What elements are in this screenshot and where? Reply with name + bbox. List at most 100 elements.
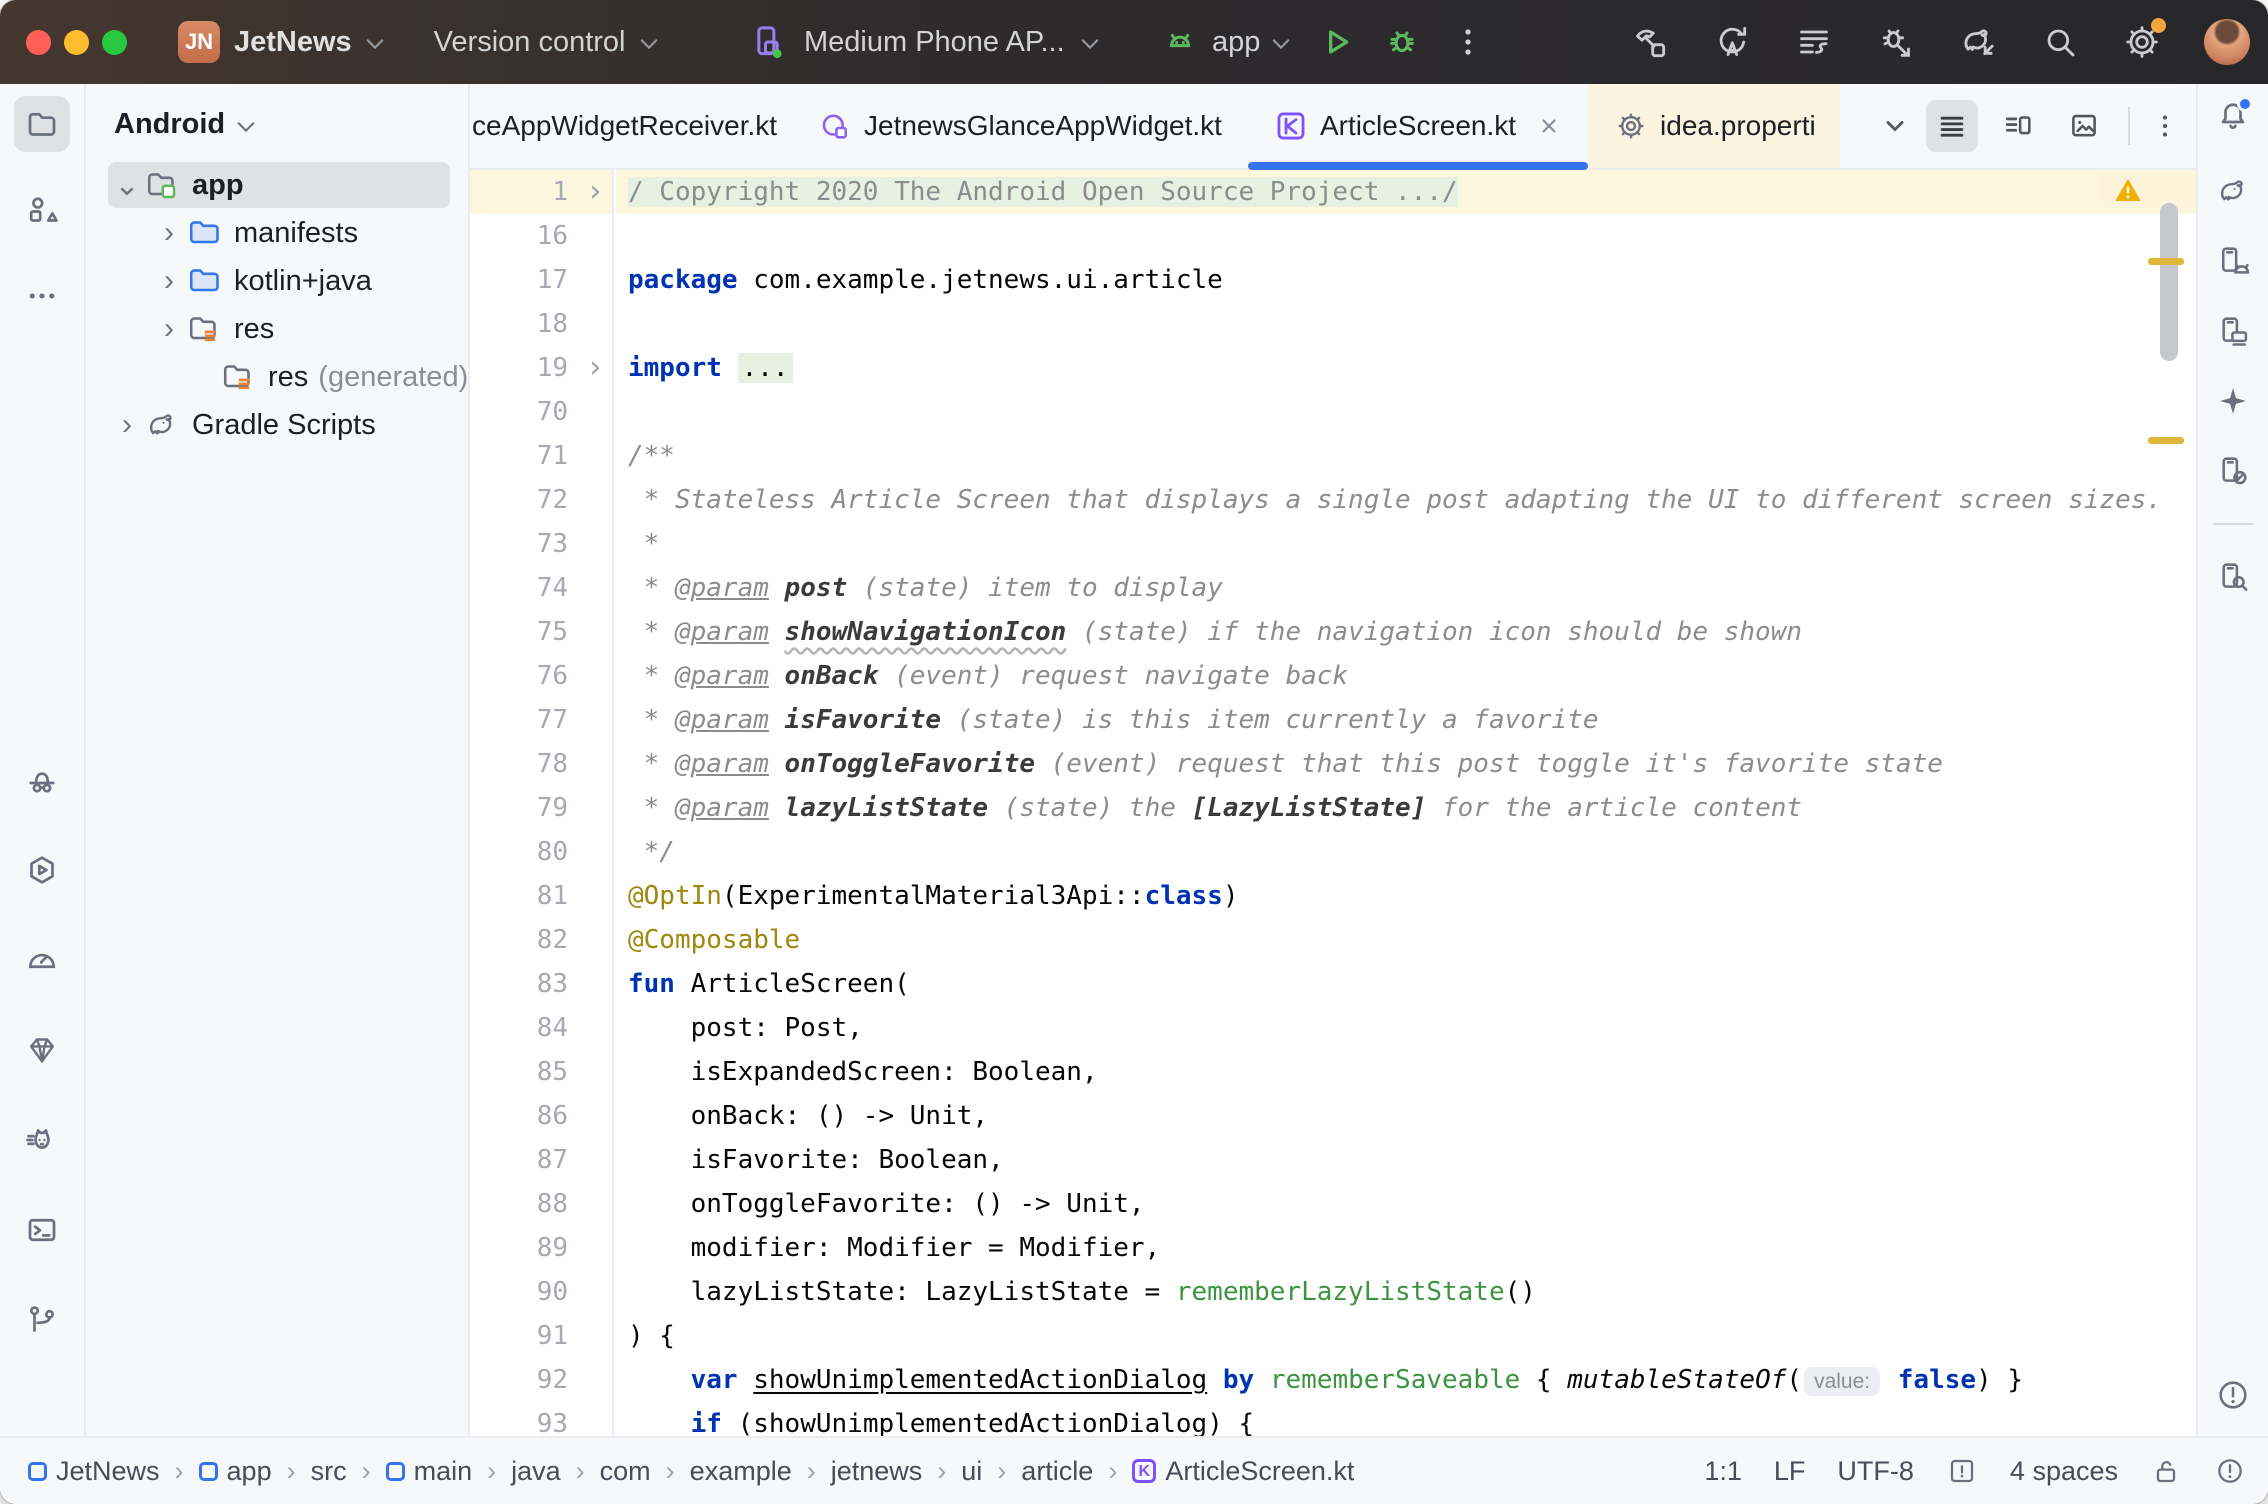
code-line-70[interactable] xyxy=(616,390,2196,434)
gradle-tool-button[interactable] xyxy=(2215,173,2251,209)
project-view-selector[interactable]: Android xyxy=(86,84,468,155)
terminal-button[interactable] xyxy=(14,1202,70,1258)
code-line-93[interactable]: if (showUnimplementedActionDialog) { xyxy=(616,1402,2196,1436)
tab-idea-properties[interactable]: idea.properti xyxy=(1588,84,1840,168)
breadcrumb-item[interactable]: src xyxy=(311,1456,347,1487)
editor-scrollbar-thumb[interactable] xyxy=(2160,203,2178,361)
running-devices-button[interactable] xyxy=(2215,313,2251,349)
gutter-line-87[interactable]: 87 xyxy=(470,1138,612,1182)
profiler-icon[interactable] xyxy=(1794,22,1834,62)
gutter-line-80[interactable]: 80 xyxy=(470,830,612,874)
gutter-line-92[interactable]: 92 xyxy=(470,1358,612,1402)
code-line-84[interactable]: post: Post, xyxy=(616,1006,2196,1050)
code-line-78[interactable]: * @param onToggleFavorite (event) reques… xyxy=(616,742,2196,786)
chevron-collapsed-icon[interactable]: › xyxy=(110,408,144,442)
tree-item-app[interactable]: ⌄ app xyxy=(86,161,468,209)
gutter-line-91[interactable]: 91 xyxy=(470,1314,612,1358)
code-editor[interactable]: 1›16171819›70717273747576777879808182838… xyxy=(470,170,2196,1436)
gutter-line-77[interactable]: 77 xyxy=(470,698,612,742)
code-line-80[interactable]: */ xyxy=(616,830,2196,874)
inspections-widget[interactable] xyxy=(2100,172,2192,208)
gutter-line-82[interactable]: 82 xyxy=(470,918,612,962)
code-line-83[interactable]: fun ArticleScreen( xyxy=(616,962,2196,1006)
services-button[interactable] xyxy=(14,842,70,898)
code-line-19[interactable]: import ... xyxy=(616,346,2196,390)
version-control-button[interactable] xyxy=(14,1292,70,1348)
editor-options-kebab-icon[interactable] xyxy=(2148,109,2182,143)
chevron-collapsed-icon[interactable]: › xyxy=(152,216,186,250)
tree-item-gradle-scripts[interactable]: › Gradle Scripts xyxy=(86,401,468,449)
app-inspection-button[interactable] xyxy=(14,752,70,808)
device-explorer-button[interactable] xyxy=(2215,559,2251,595)
breadcrumb-item[interactable]: java xyxy=(511,1456,561,1487)
code-line-91[interactable]: ) { xyxy=(616,1314,2196,1358)
more-actions-kebab-icon[interactable] xyxy=(1448,22,1488,62)
tab-glanceappwidgetreceiver[interactable]: ceAppWidgetReceiver.kt xyxy=(470,84,792,168)
chevron-expanded-icon[interactable]: ⌄ xyxy=(110,168,144,203)
gutter-line-79[interactable]: 79 xyxy=(470,786,612,830)
apply-changes-icon[interactable] xyxy=(1712,22,1752,62)
code-line-1[interactable]: / Copyright 2020 The Android Open Source… xyxy=(616,170,2196,214)
gutter-line-16[interactable]: 16 xyxy=(470,214,612,258)
code-line-81[interactable]: @OptIn(ExperimentalMaterial3Api::class) xyxy=(616,874,2196,918)
device-mirroring-button[interactable] xyxy=(2215,453,2251,489)
editor-view-mode-button[interactable] xyxy=(1926,100,1978,152)
split-editor-button[interactable] xyxy=(1992,100,2044,152)
maximize-window-button[interactable] xyxy=(102,30,127,55)
attach-debugger-icon[interactable] xyxy=(1876,22,1916,62)
gutter-line-1[interactable]: 1› xyxy=(470,170,612,214)
code-line-72[interactable]: * Stateless Article Screen that displays… xyxy=(616,478,2196,522)
user-avatar[interactable] xyxy=(2204,19,2250,65)
fold-arrow-icon[interactable]: › xyxy=(586,346,604,390)
code-line-88[interactable]: onToggleFavorite: () -> Unit, xyxy=(616,1182,2196,1226)
gutter-line-86[interactable]: 86 xyxy=(470,1094,612,1138)
gutter-line-72[interactable]: 72 xyxy=(470,478,612,522)
gutter-line-81[interactable]: 81 xyxy=(470,874,612,918)
project-name-button[interactable]: JetNews xyxy=(234,26,352,59)
gutter-line-73[interactable]: 73 xyxy=(470,522,612,566)
settings-button[interactable] xyxy=(2122,22,2162,62)
breadcrumb-item[interactable]: JetNews xyxy=(28,1456,160,1487)
gutter-line-18[interactable]: 18 xyxy=(470,302,612,346)
close-window-button[interactable] xyxy=(26,30,51,55)
gutter-line-70[interactable]: 70 xyxy=(470,390,612,434)
breadcrumb-item[interactable]: main xyxy=(386,1456,473,1487)
tree-item-kotlin-java[interactable]: › kotlin+java xyxy=(86,257,468,305)
gutter-line-93[interactable]: 93 xyxy=(470,1402,612,1436)
gutter-line-78[interactable]: 78 xyxy=(470,742,612,786)
line-separator[interactable]: LF xyxy=(1774,1456,1806,1487)
breadcrumb-item[interactable]: ui xyxy=(961,1456,982,1487)
gutter-line-71[interactable]: 71 xyxy=(470,434,612,478)
code-line-92[interactable]: var showUnimplementedActionDialog by rem… xyxy=(616,1358,2196,1402)
code-line-82[interactable]: @Composable xyxy=(616,918,2196,962)
vcs-menu-button[interactable]: Version control xyxy=(434,26,626,59)
breadcrumb-item[interactable]: app xyxy=(199,1456,272,1487)
changed-lines-marker[interactable] xyxy=(2148,437,2184,444)
gemini-sparkle-icon[interactable] xyxy=(2215,383,2251,419)
build-hammer-icon[interactable] xyxy=(1630,22,1670,62)
device-manager-button[interactable] xyxy=(2215,243,2251,279)
gutter-line-89[interactable]: 89 xyxy=(470,1226,612,1270)
indent-setting[interactable]: 4 spaces xyxy=(2010,1456,2118,1487)
breadcrumb-item[interactable]: article xyxy=(1021,1456,1093,1487)
app-quality-insights-button[interactable] xyxy=(14,1022,70,1078)
code-line-18[interactable] xyxy=(616,302,2196,346)
tree-item-res[interactable]: › res xyxy=(86,305,468,353)
breadcrumb-item[interactable]: com xyxy=(600,1456,651,1487)
code-line-73[interactable]: * xyxy=(616,522,2196,566)
logcat-button[interactable] xyxy=(14,1112,70,1168)
profiler-tool-button[interactable] xyxy=(14,932,70,988)
tree-item-manifests[interactable]: › manifests xyxy=(86,209,468,257)
gutter-line-85[interactable]: 85 xyxy=(470,1050,612,1094)
caret-position[interactable]: 1:1 xyxy=(1704,1456,1742,1487)
chevron-collapsed-icon[interactable]: › xyxy=(152,312,186,346)
hidden-tabs-chevron-icon[interactable] xyxy=(1878,109,1912,143)
gutter-line-75[interactable]: 75 xyxy=(470,610,612,654)
debug-button[interactable] xyxy=(1382,22,1422,62)
breadcrumb-item[interactable]: jetnews xyxy=(831,1456,923,1487)
changed-lines-marker[interactable] xyxy=(2148,258,2184,265)
unlock-icon[interactable] xyxy=(2150,1455,2182,1487)
close-icon[interactable] xyxy=(1536,113,1562,139)
code-line-90[interactable]: lazyListState: LazyListState = rememberL… xyxy=(616,1270,2196,1314)
search-icon[interactable] xyxy=(2040,22,2080,62)
